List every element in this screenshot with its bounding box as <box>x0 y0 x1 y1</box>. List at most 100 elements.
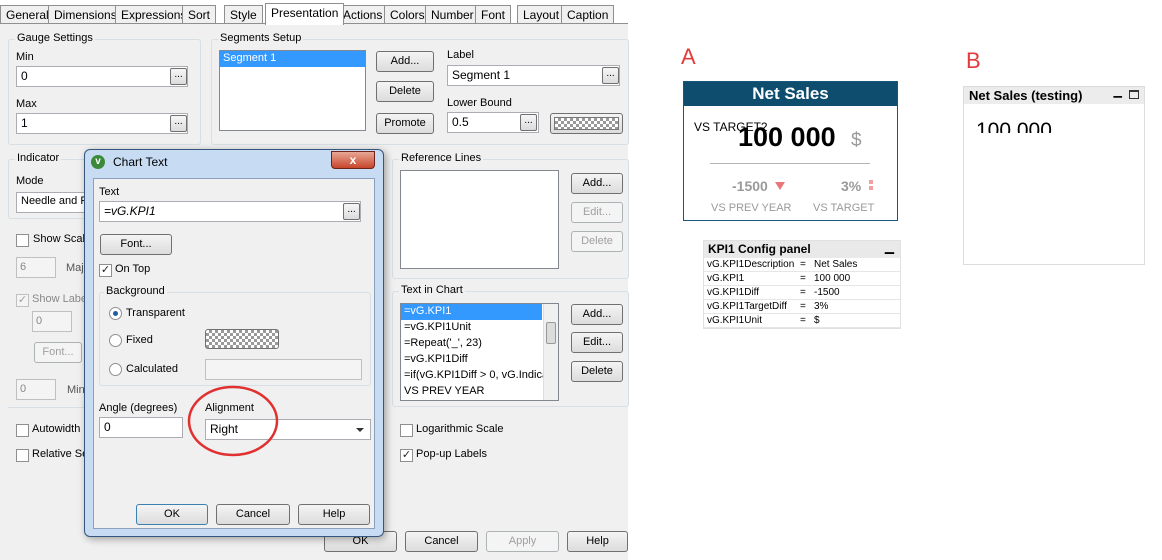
maximize-icon[interactable] <box>1129 90 1139 99</box>
min-scale-spinner[interactable]: 0 <box>16 379 56 400</box>
on-top-checkbox[interactable]: ✓ <box>99 264 112 277</box>
labels-spinner[interactable]: 0 <box>32 311 72 332</box>
list-scrollbar[interactable] <box>543 304 558 400</box>
mode-select[interactable]: Needle and F <box>16 192 86 213</box>
bg-fixed-color-button[interactable] <box>205 329 279 349</box>
config-equals: = <box>800 315 806 326</box>
kpi-card-a[interactable]: Net Sales VS TARGET2 100 000 $ -1500 3% … <box>683 81 898 221</box>
popup-labels-checkbox[interactable]: ✓ <box>400 449 413 462</box>
chart-text-dialog: v Chart Text x Text =vG.KPI1 ... Font...… <box>84 149 384 537</box>
list-item[interactable]: Segment 1 <box>220 51 365 67</box>
config-name: vG.KPI1Diff <box>707 287 760 298</box>
scale-font-button[interactable]: Font... <box>34 342 82 363</box>
text-in-chart-list[interactable]: =vG.KPI1 =vG.KPI1Unit =Repeat('_', 23) =… <box>400 303 559 401</box>
kpi-a-target-diff: 3% <box>841 178 862 194</box>
tab-font[interactable]: Font <box>475 5 512 24</box>
relative-label: Relative Se <box>32 448 89 460</box>
segment-color-button[interactable] <box>550 113 623 134</box>
list-item[interactable]: =vG.KPI1Unit <box>401 320 558 336</box>
logarithmic-scale-checkbox[interactable] <box>400 424 413 437</box>
tab-expressions[interactable]: Expressions <box>115 5 193 24</box>
min-input[interactable]: 0 <box>16 66 188 87</box>
logarithmic-scale-label: Logarithmic Scale <box>416 423 504 435</box>
segment-label-expression-button[interactable]: ... <box>602 67 619 84</box>
list-item[interactable]: =vG.KPI1Diff <box>401 352 558 368</box>
tab-style[interactable]: Style <box>224 5 263 24</box>
dialog-ok-button[interactable]: OK <box>136 504 208 525</box>
relative-checkbox[interactable] <box>16 449 29 462</box>
list-item[interactable]: VS PREV YEAR <box>401 384 558 400</box>
bg-fixed-radio[interactable] <box>109 334 122 347</box>
reference-delete-button[interactable]: Delete <box>571 231 623 252</box>
divider <box>8 407 84 408</box>
show-scale-checkbox[interactable] <box>16 234 29 247</box>
tab-presentation[interactable]: Presentation <box>265 3 345 25</box>
major-units-spinner[interactable]: 6 <box>16 257 56 278</box>
tab-caption[interactable]: Caption <box>561 5 615 24</box>
app-logo-icon: v <box>91 155 105 169</box>
list-item[interactable]: =vG.KPI1 <box>401 304 542 320</box>
lower-bound-expression-button[interactable]: ... <box>520 114 537 131</box>
segment-promote-button[interactable]: Promote <box>376 113 434 134</box>
bg-calculated-input[interactable] <box>205 359 362 380</box>
scrollbar-thumb[interactable] <box>546 322 556 344</box>
config-value: Net Sales <box>814 259 858 270</box>
kpi-card-b[interactable]: Net Sales (testing) ▁ 100 000 <box>963 86 1145 265</box>
text-in-chart-title: Text in Chart <box>399 284 465 296</box>
text-label: Text <box>99 186 120 198</box>
reference-add-button[interactable]: Add... <box>571 173 623 194</box>
table-row: vG.KPI1Description = Net Sales <box>704 258 900 272</box>
show-labels-checkbox[interactable]: ✓ <box>16 294 29 307</box>
segment-label-input[interactable]: Segment 1 <box>447 65 620 86</box>
font-button[interactable]: Font... <box>100 234 172 255</box>
annotation-circle <box>187 385 279 457</box>
minimize-icon[interactable]: ▁ <box>1114 84 1122 101</box>
angle-input[interactable]: 0 <box>99 417 183 438</box>
dialog-cancel-button[interactable]: Cancel <box>216 504 290 525</box>
bg-transparent-radio[interactable] <box>109 307 122 320</box>
bg-calculated-radio[interactable] <box>109 363 122 376</box>
text-expression-input[interactable]: =vG.KPI1 <box>99 201 361 222</box>
bg-transparent-label: Transparent <box>126 307 185 319</box>
text-delete-button[interactable]: Delete <box>571 361 623 382</box>
tab-dimensions[interactable]: Dimensions <box>48 5 123 24</box>
segments-list[interactable]: Segment 1 <box>219 50 366 131</box>
list-item[interactable]: =if(vG.KPI1Diff > 0, vG.Indica <box>401 368 558 384</box>
minimize-icon[interactable]: ▁ <box>885 239 894 256</box>
kpi-config-panel: KPI1 Config panel ▁ vG.KPI1Description =… <box>703 240 901 329</box>
tab-number[interactable]: Number <box>425 5 480 24</box>
max-input[interactable]: 1 <box>16 113 188 134</box>
segment-add-button[interactable]: Add... <box>376 51 434 72</box>
text-add-button[interactable]: Add... <box>571 304 623 325</box>
dialog-help-button[interactable]: Help <box>298 504 370 525</box>
mode-label: Mode <box>16 175 44 187</box>
max-expression-button[interactable]: ... <box>170 115 187 132</box>
kpi-a-prev-diff: -1500 <box>732 178 768 194</box>
close-button[interactable]: x <box>331 151 375 169</box>
cancel-button[interactable]: Cancel <box>405 531 478 552</box>
config-value: 3% <box>814 301 829 312</box>
text-expression-button[interactable]: ... <box>343 203 360 220</box>
tab-colors[interactable]: Colors <box>384 5 431 24</box>
config-panel-title: KPI1 Config panel <box>708 242 811 256</box>
text-edit-button[interactable]: Edit... <box>571 332 623 353</box>
config-equals: = <box>800 259 806 270</box>
min-expression-button[interactable]: ... <box>170 68 187 85</box>
tab-layout[interactable]: Layout <box>517 5 566 24</box>
dialog-body: Text =vG.KPI1 ... Font... ✓ On Top Backg… <box>93 178 375 529</box>
reference-edit-button[interactable]: Edit... <box>571 202 623 223</box>
apply-button[interactable]: Apply <box>486 531 559 552</box>
min-label: Min <box>16 51 34 63</box>
gauge-settings-title: Gauge Settings <box>15 32 95 44</box>
help-button[interactable]: Help <box>567 531 628 552</box>
autowidth-checkbox[interactable] <box>16 424 29 437</box>
tab-actions[interactable]: Actions <box>337 5 389 24</box>
tab-sort[interactable]: Sort <box>182 5 217 24</box>
popup-labels-label: Pop-up Labels <box>416 448 487 460</box>
tab-general[interactable]: General <box>0 5 55 24</box>
autowidth-label: Autowidth <box>32 423 81 435</box>
config-value: -1500 <box>814 287 840 298</box>
segment-delete-button[interactable]: Delete <box>376 81 434 102</box>
reference-lines-list[interactable] <box>400 170 559 269</box>
list-item[interactable]: =Repeat('_', 23) <box>401 336 558 352</box>
